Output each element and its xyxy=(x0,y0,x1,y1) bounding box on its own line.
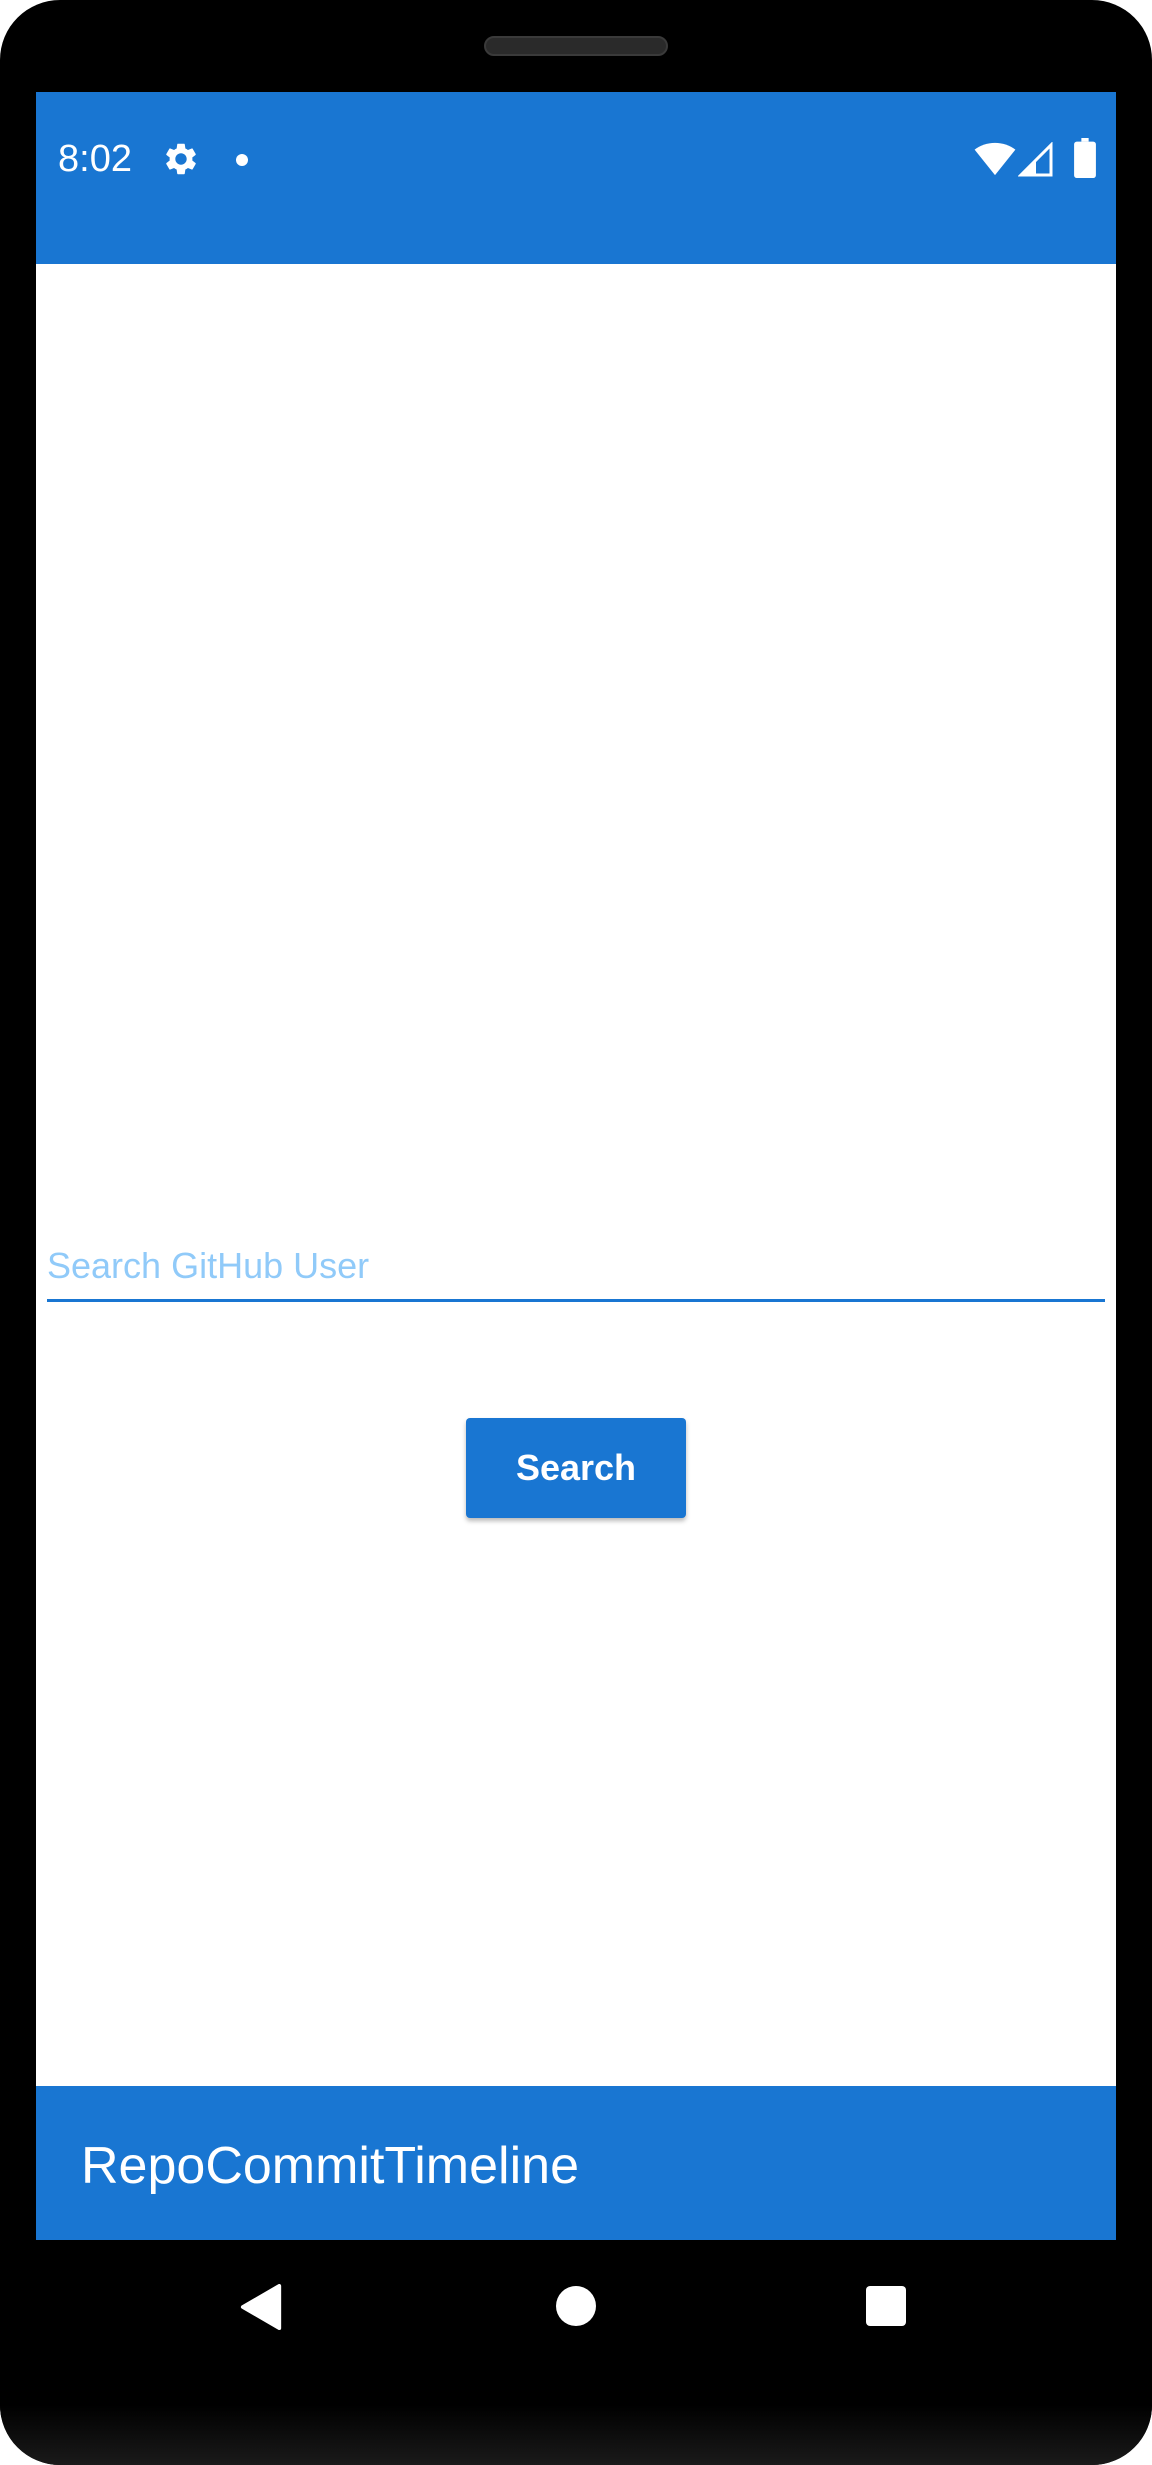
device-bottom-bezel xyxy=(0,2405,1152,2465)
notification-dot-icon xyxy=(236,154,248,166)
screen: 8:02 Search RepoCommitTimeline xyxy=(36,92,1116,2240)
app-title: RepoCommitTimeline xyxy=(81,2137,579,2195)
search-user-input[interactable] xyxy=(47,1232,1105,1302)
signal-icon xyxy=(1018,142,1053,177)
device-frame: 8:02 Search RepoCommitTimeline xyxy=(0,0,1152,2465)
search-button[interactable]: Search xyxy=(466,1418,686,1518)
battery-icon xyxy=(1074,138,1096,178)
speaker-grille xyxy=(484,36,668,56)
home-icon[interactable] xyxy=(556,2286,596,2326)
navigation-bar xyxy=(36,2240,1116,2370)
gear-icon xyxy=(166,143,196,175)
status-time: 8:02 xyxy=(58,138,132,180)
recents-icon[interactable] xyxy=(866,2286,906,2326)
bottom-app-bar: RepoCommitTimeline xyxy=(36,2086,1116,2240)
wifi-icon xyxy=(974,142,1016,176)
main-content: Search xyxy=(36,264,1116,2086)
back-icon[interactable] xyxy=(240,2284,284,2330)
status-bar: 8:02 xyxy=(36,92,1116,264)
